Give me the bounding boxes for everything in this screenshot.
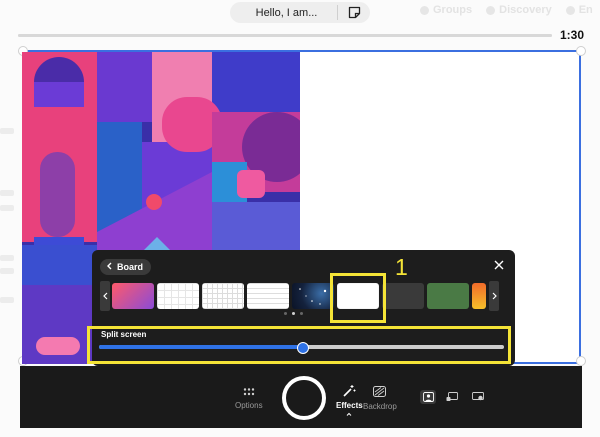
nav-discovery: Discovery [486,4,552,16]
resize-handle-bottom-right[interactable] [576,356,586,366]
recording-progress [18,34,552,37]
recording-toolbar: Options Effects Backdrop [20,366,582,428]
pager-dot-active [292,312,295,315]
backdrop-tile-dark[interactable] [382,283,424,309]
note-pill[interactable]: Hello, I am... [230,2,370,23]
recording-progress-fill [18,34,552,37]
pager-dot [300,312,303,315]
nav-en-label: En [578,4,593,16]
effects-button[interactable]: Effects [336,384,363,416]
background-ghost-text [0,268,14,274]
chevron-left-icon [106,262,112,272]
effects-label: Effects [336,401,363,410]
carousel-prev-button[interactable] [100,281,110,311]
backdrop-tile-lined[interactable] [247,283,289,309]
backdrop-tile-green[interactable] [427,283,469,309]
screen-cast-icon [446,392,458,401]
background-ghost-text [0,190,14,196]
options-button[interactable]: Options [235,388,263,410]
groups-icon [420,5,429,15]
language-icon [565,5,575,15]
nav-groups-label: Groups [433,4,473,16]
nav-en: En [565,4,593,16]
nav-discovery-label: Discovery [499,4,552,16]
camera-only-mode-button[interactable] [470,390,486,404]
board-back-label: Board [117,262,144,272]
resize-handle-top-right[interactable] [576,46,586,56]
note-text[interactable]: Hello, I am... [230,7,337,19]
backdrop-button[interactable]: Backdrop [363,386,397,411]
background-ghost-text [0,128,14,134]
magic-wand-icon [343,385,356,397]
background-nav: Groups Discovery En [420,4,593,16]
options-label: Options [235,401,263,410]
backdrop-tile-grid-fine[interactable] [157,283,199,309]
chevron-up-icon [346,412,352,416]
carousel-pager [284,312,303,315]
board-back-button[interactable]: Board [100,259,152,275]
backdrop-tile-orange[interactable] [472,283,486,309]
pager-dot [284,312,287,315]
close-icon[interactable] [493,258,505,270]
screen-camera-icon [472,392,484,401]
person-frame-icon [422,392,434,402]
background-ghost-text [0,297,14,303]
annotation-label-1: 1 [395,254,408,280]
backdrop-tile-space[interactable] [292,283,334,309]
record-button[interactable] [282,376,326,420]
dots-grid-icon [243,388,254,396]
discovery-icon [486,5,496,15]
backdrop-tile-grid[interactable] [202,283,244,309]
backdrop-label: Backdrop [363,402,397,411]
background-ghost-text [0,255,14,261]
camera-screen-mode-button[interactable] [420,390,436,404]
timer: 1:30 [560,28,585,42]
highlight-box-split-screen [87,326,511,364]
background-ghost-text [0,205,14,211]
carousel-next-button[interactable] [489,281,499,311]
screen-only-mode-button[interactable] [444,390,460,404]
highlight-box-selected-tile [330,273,386,323]
nav-groups: Groups [420,4,472,16]
backdrop-tile-gradient[interactable] [112,283,154,309]
backdrop-icon [373,386,387,397]
sticky-note-icon[interactable] [338,6,370,19]
